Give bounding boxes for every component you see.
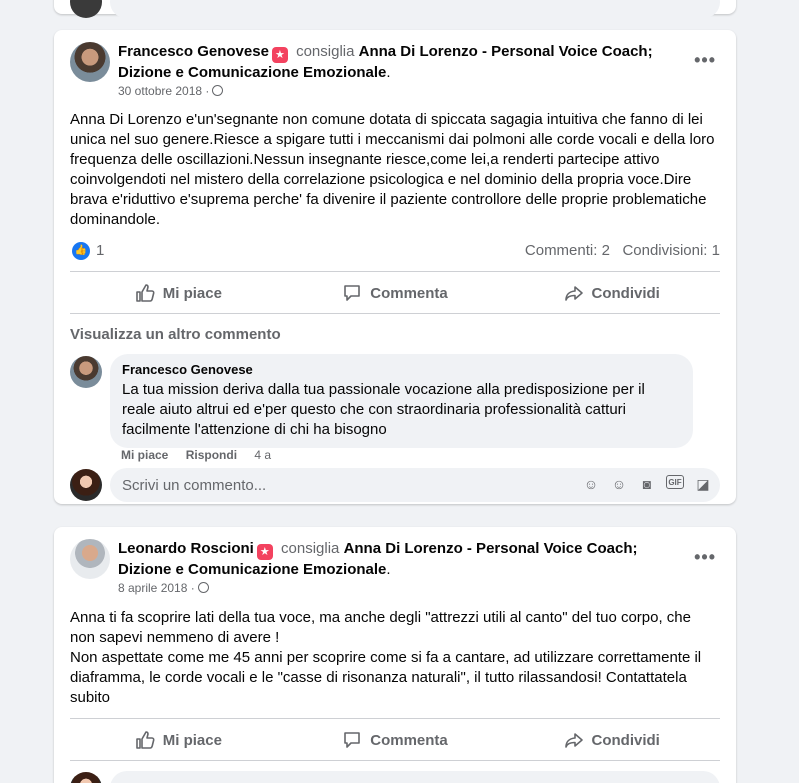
share-arrow-icon [564, 733, 583, 748]
header-period: . [386, 64, 391, 81]
recommend-verb: consiglia [296, 43, 355, 60]
thumbs-up-icon [135, 731, 155, 749]
recommend-verb: consiglia [281, 540, 340, 557]
comment-actions: Mi piace Rispondi 4 a [121, 448, 285, 462]
author-avatar[interactable] [70, 42, 110, 82]
like-button[interactable]: Mi piace [70, 720, 287, 760]
comment-like-button[interactable]: Mi piace [121, 448, 168, 462]
post-text-line: Anna ti fa scoprire lati della tua voce,… [70, 609, 691, 646]
more-options-icon[interactable]: ••• [694, 547, 716, 568]
like-button[interactable]: Mi piace [70, 273, 287, 313]
comment-time[interactable]: 4 a [254, 448, 271, 462]
emoji-icon[interactable]: ☺ [610, 475, 628, 493]
action-bar: Mi piace Commenta Condividi [70, 273, 720, 313]
post-text: Anna Di Lorenzo e'un'segnante non comune… [70, 111, 715, 228]
previous-comment-input[interactable] [110, 0, 720, 18]
comment-input-placeholder: Scrivi un commento... [122, 477, 267, 494]
globe-icon [212, 85, 224, 96]
post-text-line: Non aspettate come me 45 anni per scopri… [70, 649, 702, 706]
comment-input-tools: ☺ ☺ ◙ GIF ◪ [582, 475, 712, 493]
share-label: Condividi [591, 731, 660, 749]
comment-icon [344, 732, 361, 748]
comment-reply-button[interactable]: Rispondi [186, 448, 237, 462]
author-avatar[interactable] [70, 539, 110, 579]
post-date-text[interactable]: 30 ottobre 2018 · [118, 84, 209, 98]
comment-author[interactable]: Francesco Genovese [122, 362, 681, 378]
recommend-star-icon: ★ [271, 47, 288, 63]
action-bar: Mi piace Commenta Condividi [70, 720, 720, 760]
like-label: Mi piace [162, 731, 222, 749]
post-header: Leonardo Roscioni ★ consiglia Anna Di Lor… [118, 539, 688, 580]
author-name[interactable]: Francesco Genovese [118, 43, 269, 60]
camera-icon[interactable]: ◙ [638, 475, 656, 493]
avatar-sticker-icon[interactable]: ☺ [582, 475, 600, 493]
share-button[interactable]: Condividi [503, 273, 720, 313]
divider [70, 718, 720, 719]
share-button[interactable]: Condividi [503, 720, 720, 760]
post-date: 8 aprile 2018 · [118, 581, 209, 595]
more-options-icon[interactable]: ••• [694, 50, 716, 71]
post-date: 30 ottobre 2018 · [118, 84, 224, 98]
like-count[interactable]: 1 [96, 242, 104, 259]
author-name[interactable]: Leonardo Roscioni [118, 540, 254, 557]
view-more-comments-link[interactable]: Visualizza un altro commento [70, 326, 281, 343]
post-date-text[interactable]: 8 aprile 2018 · [118, 581, 195, 595]
current-user-avatar[interactable] [70, 772, 102, 783]
comment-text: La tua mission deriva dalla tua passiona… [122, 381, 645, 438]
gif-icon[interactable]: GIF [666, 475, 684, 489]
recommendation-post: Leonardo Roscioni ★ consiglia Anna Di Lor… [54, 527, 736, 783]
post-stats: 👍 1 Commenti: 2 Condivisioni: 1 [70, 241, 720, 261]
divider [70, 271, 720, 272]
header-period: . [386, 561, 391, 578]
post-text: Anna ti fa scoprire lati della tua voce,… [70, 608, 720, 708]
post-header: Francesco Genovese ★ consiglia Anna Di Lo… [118, 42, 688, 83]
thumbs-up-icon [135, 284, 155, 302]
comment-input[interactable]: Scrivi un commento... ☺ ☺ ◙ GIF ◪ [110, 468, 720, 502]
comment-input[interactable] [110, 771, 720, 783]
divider [70, 760, 720, 761]
recommendation-post: Francesco Genovese ★ consiglia Anna Di Lo… [54, 30, 736, 504]
shares-count[interactable]: Condivisioni: 1 [622, 242, 720, 259]
comment-button[interactable]: Commenta [287, 720, 504, 760]
comments-count[interactable]: Commenti: 2 [525, 242, 610, 259]
comment-bubble: Francesco Genovese La tua mission deriva… [110, 354, 693, 448]
globe-icon [197, 582, 209, 593]
divider [70, 313, 720, 314]
comment-label: Commenta [370, 731, 448, 749]
sticker-icon[interactable]: ◪ [694, 475, 712, 493]
like-reaction-icon[interactable]: 👍 [72, 242, 90, 260]
comment-icon [344, 285, 361, 301]
share-arrow-icon [564, 286, 583, 301]
like-label: Mi piace [162, 284, 222, 302]
commenter-avatar[interactable] [70, 356, 102, 388]
current-user-avatar[interactable] [70, 469, 102, 501]
comment-button[interactable]: Commenta [287, 273, 504, 313]
previous-post-card [54, 0, 736, 18]
comment-label: Commenta [370, 284, 448, 302]
share-label: Condividi [591, 284, 660, 302]
previous-commenter-avatar [70, 0, 102, 18]
recommend-star-icon: ★ [256, 544, 273, 560]
